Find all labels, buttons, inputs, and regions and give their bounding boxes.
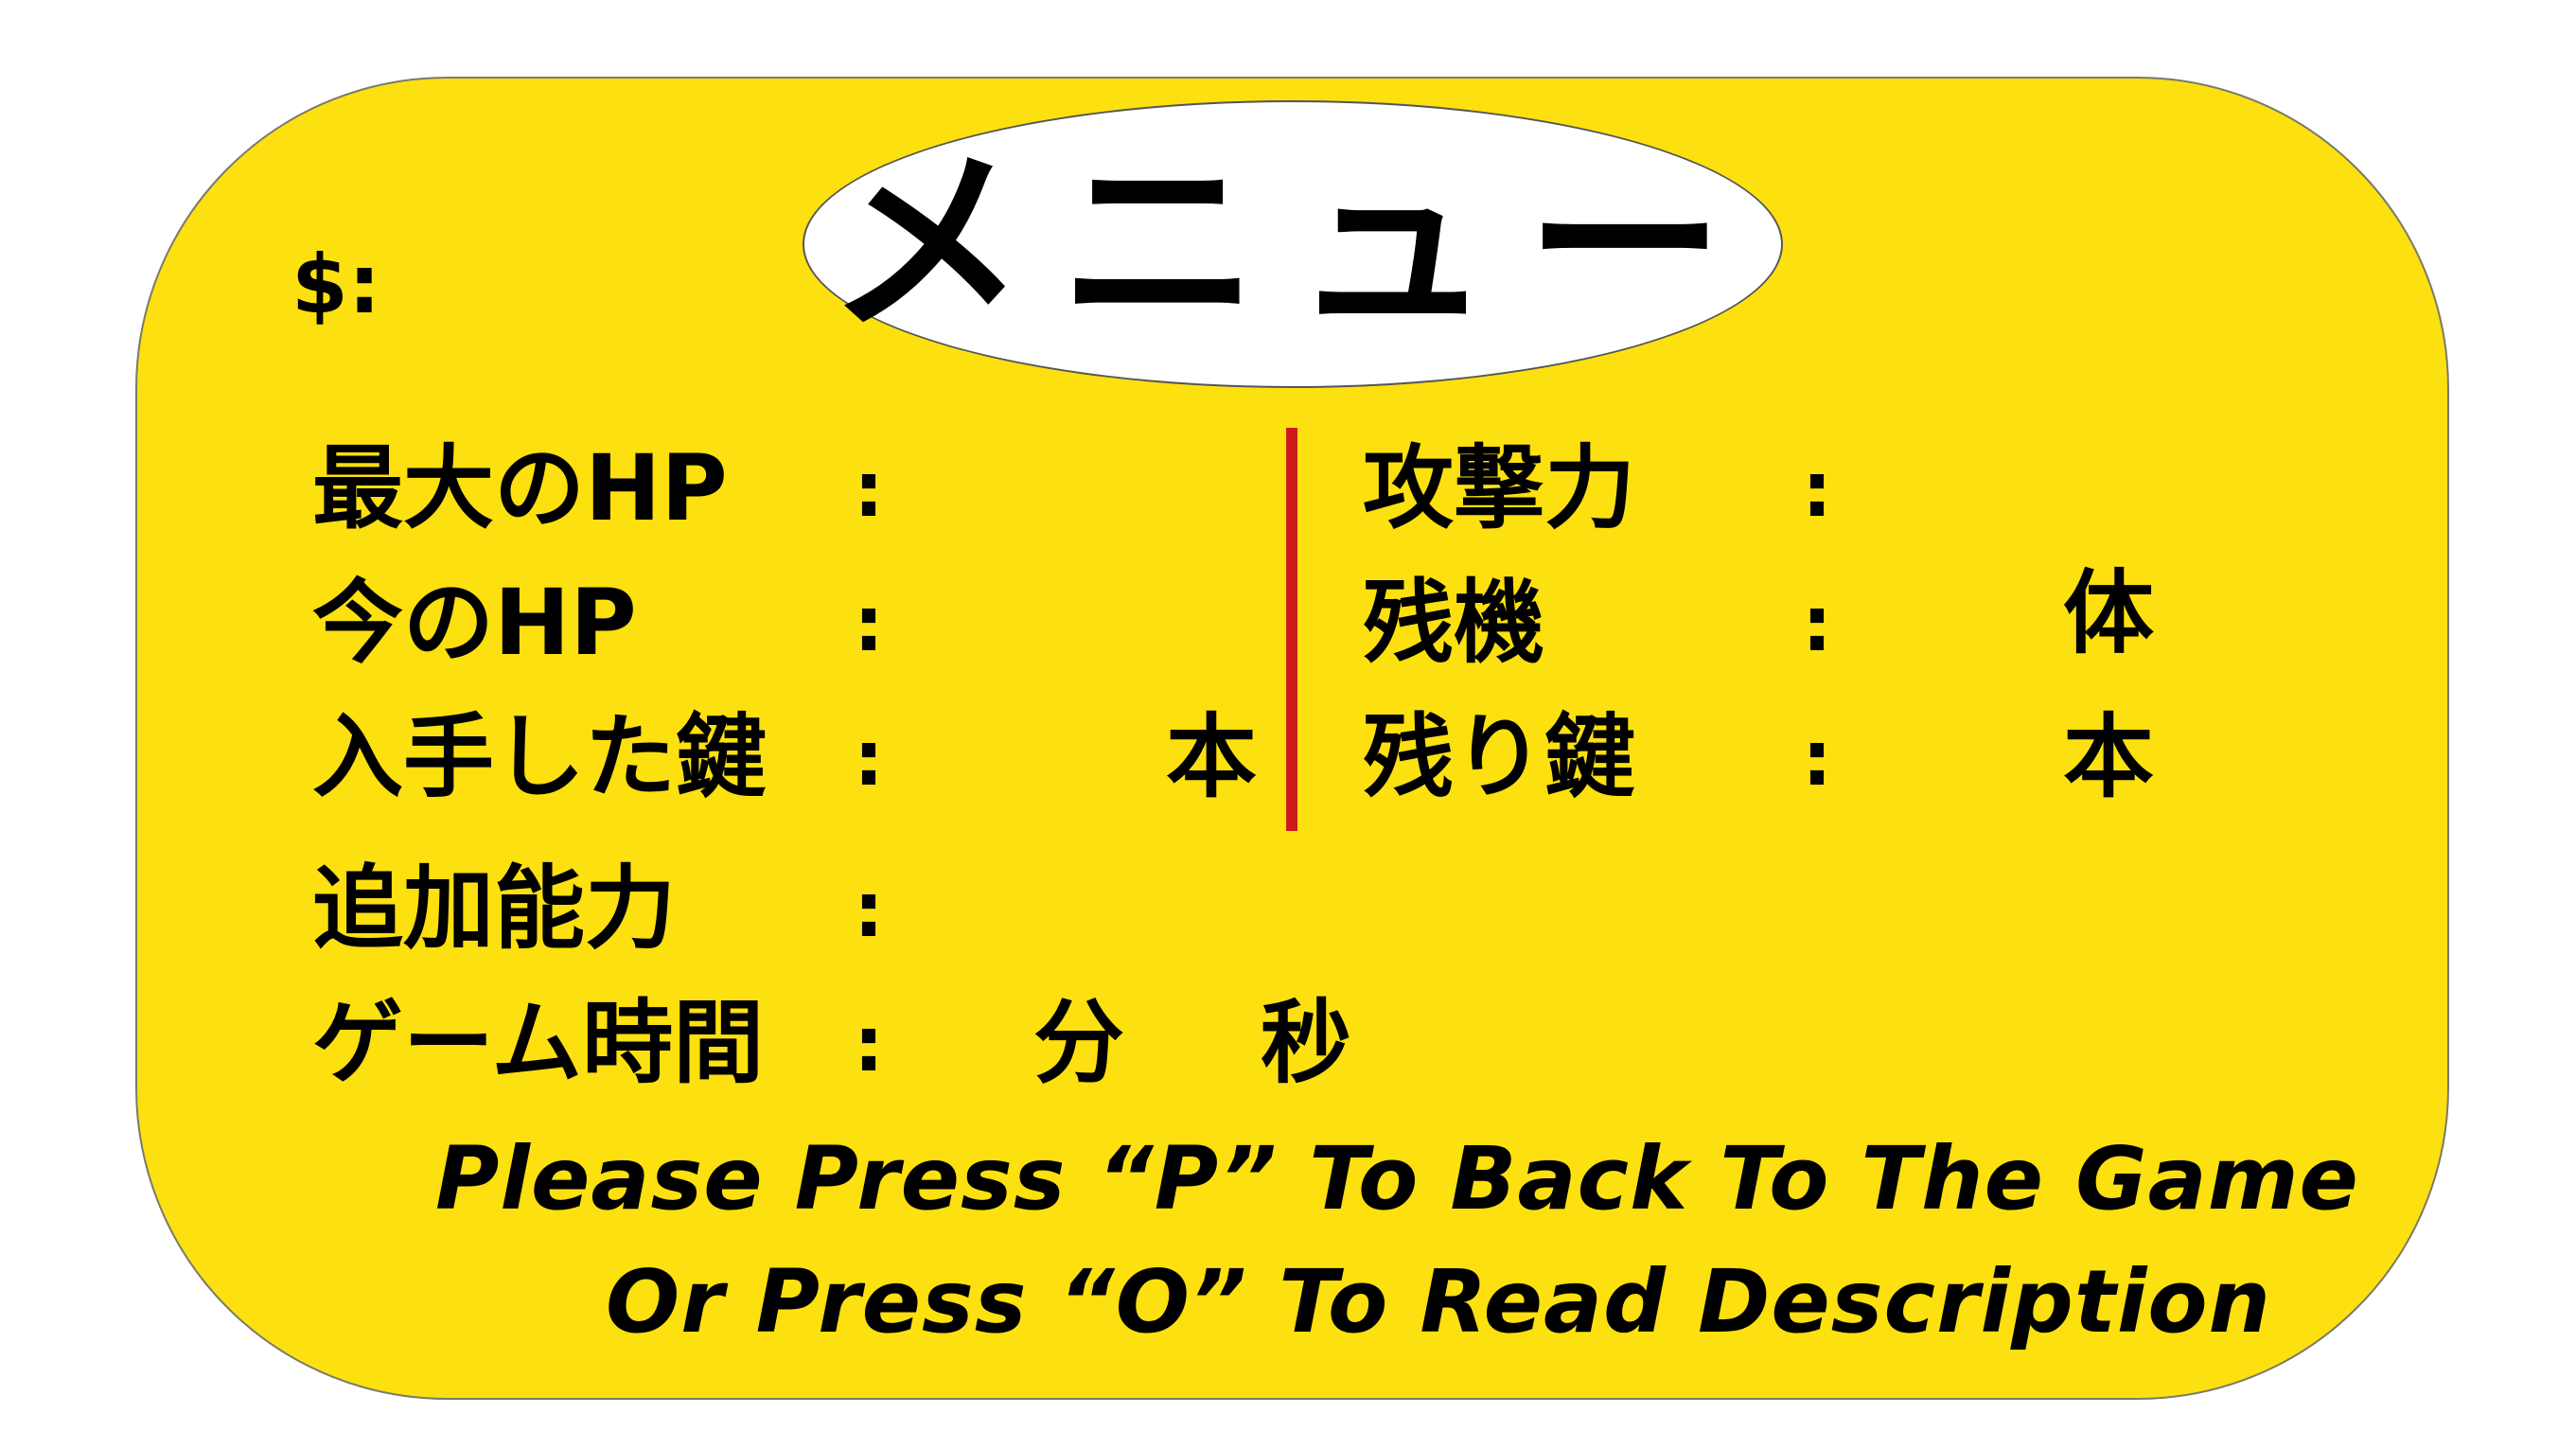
keys-remaining-colon: :: [1802, 715, 1832, 803]
game-time-label: ゲーム時間: [312, 990, 765, 1096]
lives-unit: 体: [2063, 560, 2154, 666]
game-time-minutes-unit: 分: [1033, 990, 1124, 1096]
keys-remaining-unit: 本: [2063, 704, 2154, 810]
money-label: $:: [291, 238, 381, 332]
attack-power-colon: :: [1802, 446, 1832, 534]
max-hp-colon: :: [854, 446, 884, 534]
lives-colon: :: [1802, 580, 1832, 668]
keys-obtained-colon: :: [854, 715, 884, 803]
game-time-seconds-unit: 秒: [1261, 990, 1351, 1096]
game-time-colon: :: [854, 1000, 884, 1088]
instruction-read-description: Or Press “O” To Read Description: [606, 1251, 2272, 1352]
lives-label: 残機: [1363, 570, 1544, 676]
extra-ability-colon: :: [854, 866, 884, 954]
column-divider: [1286, 428, 1297, 831]
max-hp-label: 最大のHP: [312, 435, 728, 541]
keys-obtained-label: 入手した鍵: [312, 704, 767, 810]
attack-power-label: 攻撃力: [1363, 435, 1635, 541]
keys-obtained-unit: 本: [1166, 704, 1257, 810]
current-hp-colon: :: [854, 580, 884, 668]
current-hp-label: 今のHP: [312, 570, 637, 676]
menu-title: メニュー: [826, 128, 1758, 360]
instruction-back-to-game: Please Press “P” To Back To The Game: [435, 1128, 2359, 1229]
extra-ability-label: 追加能力: [312, 856, 676, 962]
keys-remaining-label: 残り鍵: [1363, 704, 1635, 810]
menu-screen: メニュー $: 最大のHP : 今のHP : 入手した鍵 : 本 攻撃力 : 残…: [0, 0, 2576, 1449]
